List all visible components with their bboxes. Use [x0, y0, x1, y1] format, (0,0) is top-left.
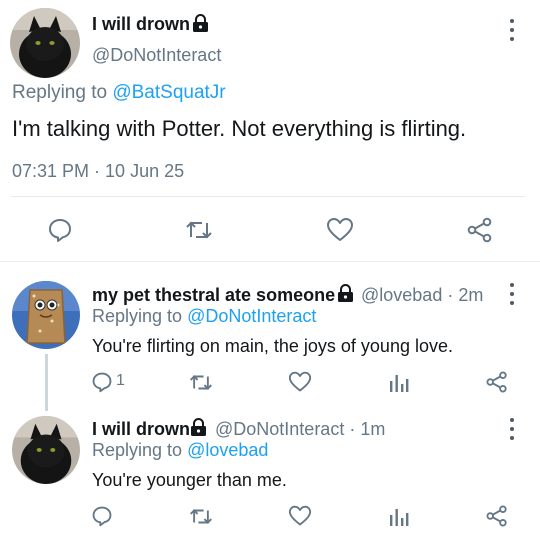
- thread-line: [45, 354, 48, 411]
- speech-bubble-icon: [92, 372, 112, 393]
- speech-bubble-icon: [49, 219, 71, 242]
- heart-icon: [288, 371, 312, 392]
- replying-to: Replying to @DoNotInteract: [92, 306, 316, 327]
- like-button[interactable]: [288, 505, 312, 527]
- share-button[interactable]: [486, 505, 508, 527]
- like-button[interactable]: [326, 217, 354, 243]
- tweet-text: I'm talking with Potter. Not everything …: [12, 116, 467, 141]
- share-icon: [467, 217, 492, 243]
- analytics-button[interactable]: [389, 505, 409, 527]
- share-button[interactable]: [486, 371, 508, 393]
- tweet-text: You're flirting on main, the joys of you…: [92, 336, 453, 356]
- heart-icon: [288, 505, 312, 526]
- reply-button[interactable]: [91, 505, 113, 527]
- replying-to-link[interactable]: @DoNotInteract: [187, 306, 316, 326]
- replying-to-prefix: Replying to: [92, 306, 188, 326]
- display-name[interactable]: I will drown: [92, 419, 190, 440]
- reply-button[interactable]: [47, 217, 73, 243]
- retweet-button[interactable]: [189, 506, 213, 527]
- heart-icon: [327, 218, 353, 241]
- user-handle[interactable]: @DoNotInteract: [92, 45, 221, 66]
- replying-to-link[interactable]: @BatSquatJr: [112, 82, 225, 103]
- avatar[interactable]: [12, 281, 80, 349]
- share-icon: [486, 505, 507, 527]
- replying-to: Replying to @BatSquatJr: [12, 82, 226, 104]
- user-handle[interactable]: @DoNotInteract · 1m: [215, 419, 385, 440]
- avatar[interactable]: [12, 416, 80, 484]
- replying-to-prefix: Replying to: [92, 440, 188, 460]
- retweet-icon: [190, 375, 212, 390]
- speech-bubble-icon: [92, 506, 112, 527]
- replying-to-link[interactable]: @lovebad: [187, 440, 268, 460]
- user-handle[interactable]: @lovebad · 2m: [361, 285, 483, 306]
- like-button[interactable]: [288, 371, 312, 393]
- reply-button[interactable]: [91, 371, 113, 393]
- retweet-button[interactable]: [185, 218, 213, 242]
- retweet-icon: [186, 221, 212, 239]
- tweet-text: You're younger than me.: [92, 470, 287, 490]
- share-icon: [486, 371, 507, 393]
- section-divider: [0, 261, 540, 262]
- lock-icon: [337, 284, 354, 303]
- reply-count: 1: [116, 372, 125, 389]
- replying-to: Replying to @lovebad: [92, 440, 268, 461]
- analytics-icon: [390, 509, 409, 526]
- more-options-button[interactable]: [508, 19, 516, 41]
- avatar[interactable]: [10, 8, 80, 78]
- tweet-timestamp: 07:31 PM · 10 Jun 25: [12, 161, 185, 181]
- retweet-icon: [190, 509, 212, 524]
- lock-icon: [190, 418, 207, 437]
- replying-to-prefix: Replying to: [12, 82, 113, 103]
- more-options-button[interactable]: [508, 418, 516, 440]
- analytics-icon: [390, 375, 409, 392]
- analytics-button[interactable]: [389, 371, 409, 393]
- more-options-button[interactable]: [508, 283, 516, 305]
- lock-icon: [192, 14, 209, 33]
- divider: [10, 196, 526, 197]
- display-name[interactable]: I will drown: [92, 14, 190, 35]
- share-button[interactable]: [467, 217, 493, 243]
- display-name[interactable]: my pet thestral ate someone: [92, 285, 335, 306]
- retweet-button[interactable]: [189, 372, 213, 393]
